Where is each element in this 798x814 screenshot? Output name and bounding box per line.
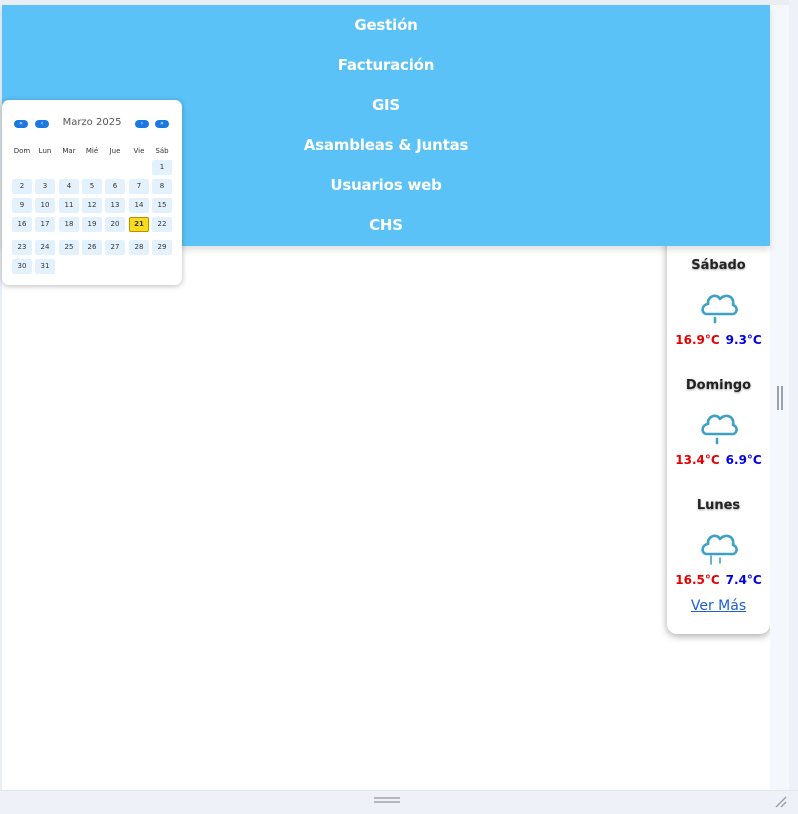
calendar-day[interactable]: 14: [129, 198, 149, 213]
menu-item-gestion[interactable]: Gestión: [2, 16, 770, 34]
calendar-day[interactable]: 1: [152, 160, 172, 175]
calendar-day[interactable]: 26: [82, 240, 102, 255]
min-temp: 7.4°C: [725, 573, 762, 587]
calendar-day[interactable]: 4: [59, 179, 79, 194]
weather-temps: 13.4°C 6.9°C: [667, 453, 770, 467]
rain-cloud-icon: [701, 534, 738, 565]
right-icon[interactable]: ›: [135, 120, 149, 128]
vertical-resize-handle[interactable]: [777, 386, 783, 410]
calendar-day[interactable]: 24: [35, 240, 55, 255]
calendar-day[interactable]: 30: [12, 259, 32, 274]
weather-day-label: Lunes: [696, 498, 741, 513]
calendar-day[interactable]: 9: [12, 198, 32, 213]
weather-widget: Sábado 16.9°C 9.3°C Domingo 13.4°C 6.9°C L…: [667, 236, 770, 634]
left-icon[interactable]: ‹: [35, 120, 49, 128]
resize-grip-icon[interactable]: [772, 793, 788, 809]
weekday-label: Vie: [133, 147, 145, 155]
calendar-day[interactable]: 5: [82, 179, 102, 194]
rain-cloud-icon: [701, 414, 738, 445]
weekday-label: Mié: [85, 147, 99, 155]
calendar-day[interactable]: 20: [105, 217, 125, 232]
calendar-day[interactable]: 28: [129, 240, 149, 255]
weekday-label: Lun: [38, 147, 52, 155]
calendar-day[interactable]: 6: [105, 179, 125, 194]
calendar-day[interactable]: 19: [82, 217, 102, 232]
max-temp: 13.4°C: [675, 453, 720, 467]
calendar-day[interactable]: 29: [152, 240, 172, 255]
double-right-icon[interactable]: »: [155, 120, 169, 128]
rain-cloud-icon: [701, 294, 738, 324]
weekday-label: Dom: [13, 147, 31, 155]
weather-day-label: Domingo: [685, 378, 752, 393]
calendar-day[interactable]: 18: [59, 217, 79, 232]
ver-mas-link[interactable]: Ver Más: [667, 598, 770, 614]
calendar-day[interactable]: 31: [35, 259, 55, 274]
calendar-day[interactable]: 15: [152, 198, 172, 213]
min-temp: 6.9°C: [725, 453, 762, 467]
calendar-day[interactable]: 7: [129, 179, 149, 194]
calendar-day[interactable]: 13: [105, 198, 125, 213]
weather-day-label: Sábado: [691, 258, 746, 273]
calendar-day[interactable]: 23: [12, 240, 32, 255]
calendar-day[interactable]: 11: [59, 198, 79, 213]
calendar-day[interactable]: 2: [12, 179, 32, 194]
window-right-border: [789, 0, 798, 814]
calendar-day[interactable]: 17: [35, 217, 55, 232]
calendar-day[interactable]: 16: [12, 217, 32, 232]
calendar-day[interactable]: 3: [35, 179, 55, 194]
calendar-day[interactable]: 10: [35, 198, 55, 213]
calendar-day[interactable]: 12: [82, 198, 102, 213]
weather-temps: 16.9°C 9.3°C: [667, 333, 770, 347]
max-temp: 16.5°C: [675, 573, 720, 587]
calendar-day[interactable]: 8: [152, 179, 172, 194]
calendar-day[interactable]: 22: [152, 217, 172, 232]
calendar-day[interactable]: 25: [59, 240, 79, 255]
menu-item-facturacion[interactable]: Facturación: [2, 56, 770, 74]
weekday-label: Jue: [109, 147, 121, 155]
weather-temps: 16.5°C 7.4°C: [667, 573, 770, 587]
weekday-label: Sáb: [155, 147, 169, 155]
horizontal-resize-handle[interactable]: [374, 797, 400, 803]
calendar-day-today[interactable]: 21: [129, 217, 149, 232]
double-left-icon[interactable]: «: [14, 120, 28, 128]
min-temp: 9.3°C: [725, 333, 762, 347]
calendar-day[interactable]: 27: [105, 240, 125, 255]
calendar-widget: « ‹ Marzo 2025 › » Dom Lun Mar Mié Jue Vie Sáb…: [2, 100, 182, 285]
max-temp: 16.9°C: [675, 333, 720, 347]
calendar-month-title: Marzo 2025: [62, 117, 122, 128]
weekday-label: Mar: [62, 147, 76, 155]
